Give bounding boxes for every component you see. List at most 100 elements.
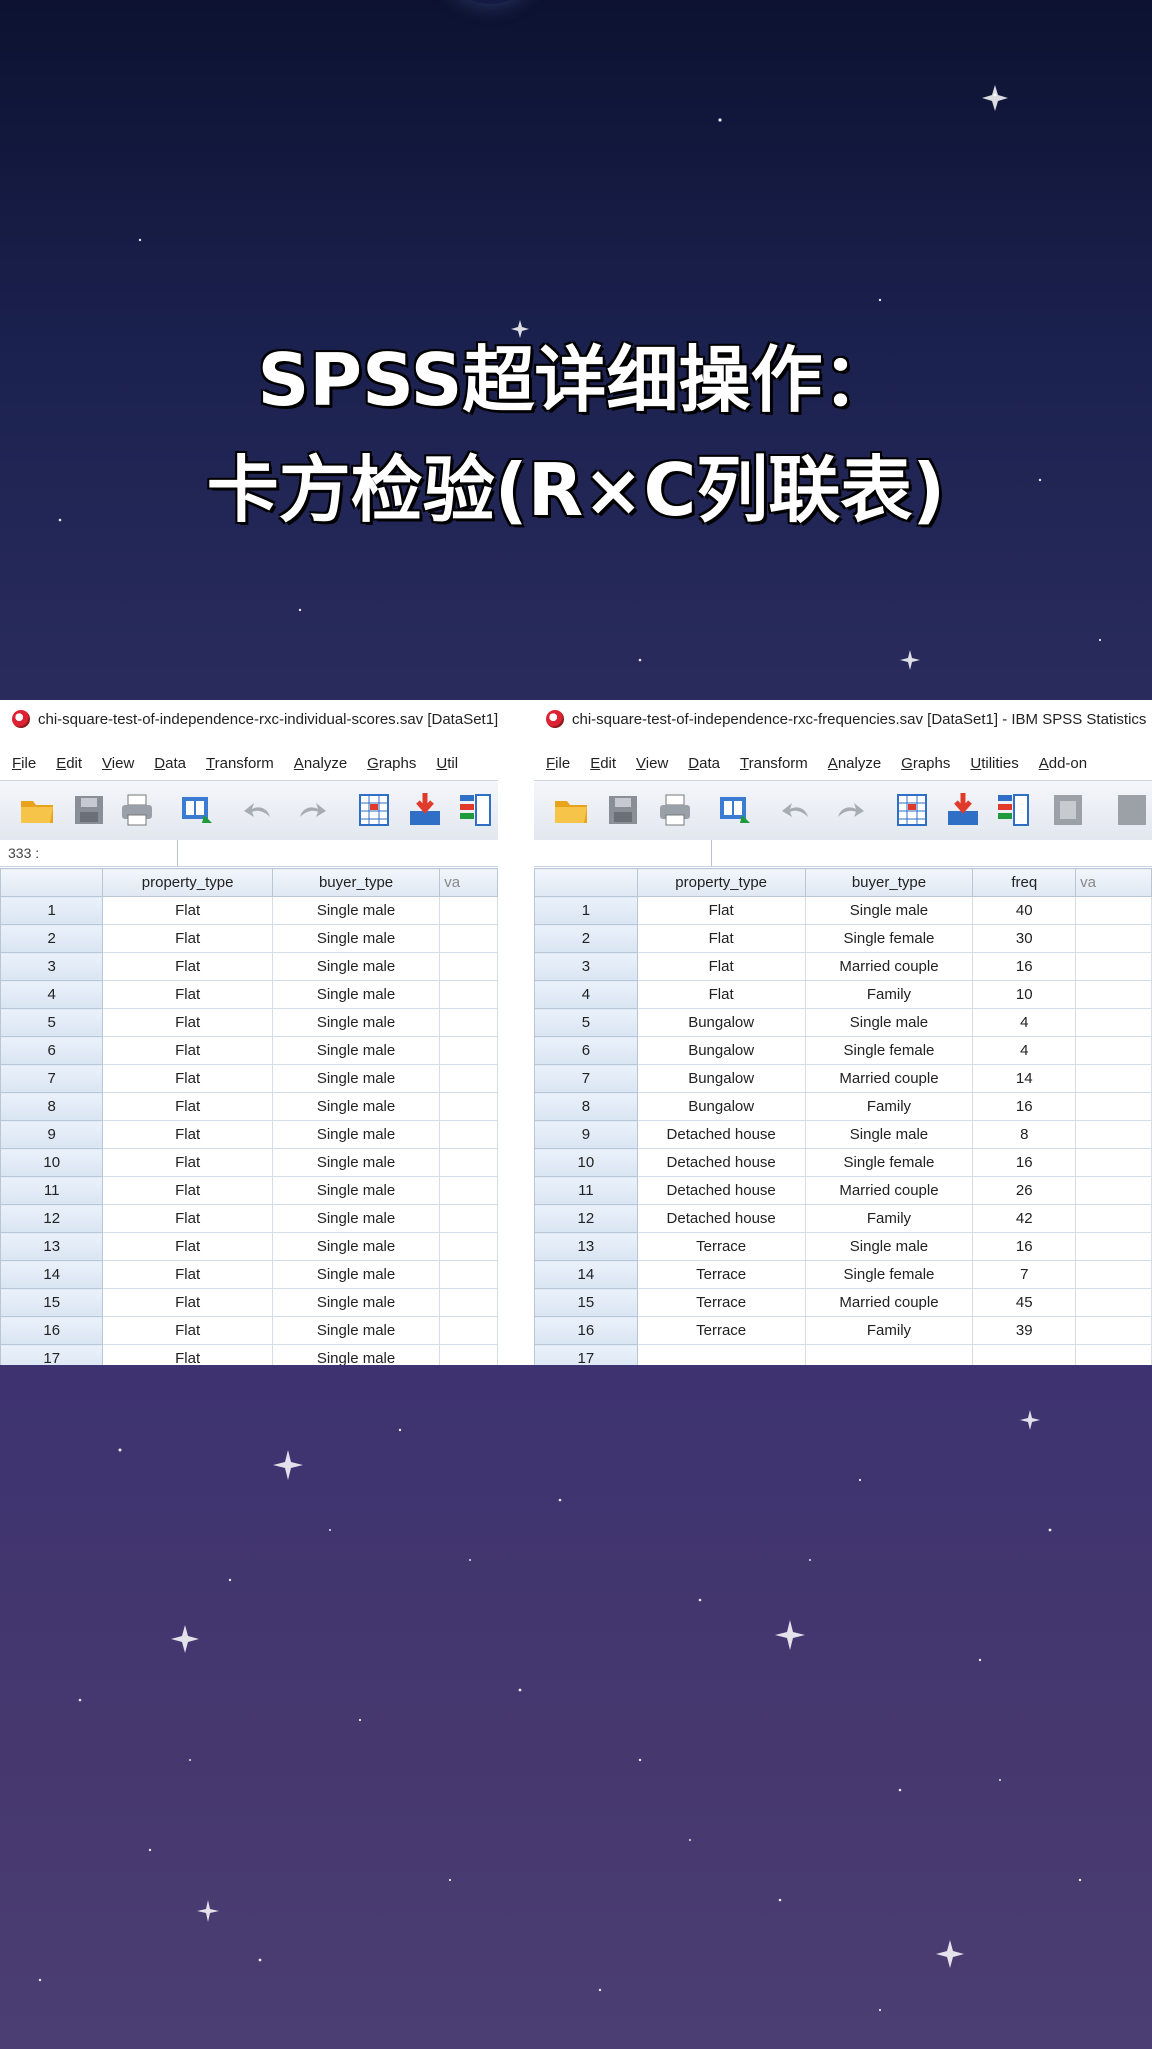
cell-freq[interactable]: 16 (972, 952, 1077, 981)
cell-property-type[interactable]: Flat (102, 1148, 273, 1177)
cell-empty[interactable] (1075, 1092, 1152, 1121)
cell-buyer-type[interactable]: Married couple (805, 1176, 974, 1205)
cell-empty[interactable] (439, 1316, 498, 1345)
cell-buyer-type[interactable]: Single male (272, 924, 441, 953)
row-number[interactable]: 13 (0, 1232, 104, 1261)
column-header-freq[interactable]: freq (972, 868, 1077, 897)
cell-buyer-type[interactable]: Single male (272, 1120, 441, 1149)
cell-buyer-type[interactable]: Single female (805, 1260, 974, 1289)
cell-freq[interactable]: 7 (972, 1260, 1077, 1289)
cell-buyer-type[interactable]: Single male (272, 1232, 441, 1261)
menu-graphs[interactable]: Graphs (901, 755, 950, 772)
cell-property-type[interactable]: Flat (102, 952, 273, 981)
cell-empty[interactable] (439, 1344, 498, 1365)
cell-freq[interactable]: 10 (972, 980, 1077, 1009)
cell-buyer-type[interactable]: Single male (805, 1008, 974, 1037)
cell-buyer-type[interactable]: Single male (272, 896, 441, 925)
row-number[interactable]: 2 (0, 924, 104, 953)
redo-icon[interactable] (292, 791, 330, 829)
cell-empty[interactable] (439, 980, 498, 1009)
cell-property-type[interactable]: Terrace (637, 1260, 806, 1289)
save-icon[interactable] (604, 791, 642, 829)
row-number[interactable]: 11 (0, 1176, 104, 1205)
cell-buyer-type[interactable]: Married couple (805, 1064, 974, 1093)
find-icon[interactable] (1114, 791, 1152, 829)
row-number[interactable]: 14 (534, 1260, 638, 1289)
menu-graphs[interactable]: Graphs (367, 755, 416, 772)
cell-property-type[interactable]: Terrace (637, 1316, 806, 1345)
menu-analyze[interactable]: Analyze (294, 755, 347, 772)
cell-property-type[interactable]: Flat (102, 1232, 273, 1261)
row-number[interactable]: 14 (0, 1260, 104, 1289)
cell-property-type[interactable]: Flat (102, 1260, 273, 1289)
cell-empty[interactable] (1075, 1036, 1152, 1065)
column-header-property-type[interactable]: property_type (636, 868, 806, 897)
cell-freq[interactable]: 42 (972, 1204, 1077, 1233)
row-number[interactable]: 13 (534, 1232, 638, 1261)
cell-buyer-type[interactable]: Family (805, 980, 974, 1009)
split-file-icon[interactable] (1050, 791, 1088, 829)
cell-empty[interactable] (1075, 1176, 1152, 1205)
column-header-var[interactable]: va (439, 868, 498, 897)
row-number[interactable]: 15 (0, 1288, 104, 1317)
cell-property-type[interactable]: Flat (637, 924, 806, 953)
cell-property-type[interactable]: Flat (102, 1036, 273, 1065)
row-number[interactable]: 6 (0, 1036, 104, 1065)
cell-empty[interactable] (1075, 1148, 1152, 1177)
cell-property-type[interactable]: Detached house (637, 1176, 806, 1205)
cell-property-type[interactable]: Bungalow (637, 1092, 806, 1121)
cell-empty[interactable] (1075, 1204, 1152, 1233)
print-icon[interactable] (118, 791, 156, 829)
goto-variable-icon[interactable] (944, 791, 982, 829)
goto-case-icon[interactable] (356, 791, 394, 829)
cell-freq[interactable]: 16 (972, 1232, 1077, 1261)
variables-icon[interactable] (456, 791, 494, 829)
cell-empty[interactable] (439, 1120, 498, 1149)
menu-file[interactable]: File (546, 755, 570, 772)
cell-buyer-type[interactable]: Single male (272, 1064, 441, 1093)
row-number[interactable]: 1 (534, 896, 638, 925)
cell-property-type[interactable]: Flat (102, 1064, 273, 1093)
row-number[interactable]: 11 (534, 1176, 638, 1205)
open-folder-icon[interactable] (552, 791, 590, 829)
row-number[interactable]: 5 (534, 1008, 638, 1037)
column-header-buyer-type[interactable]: buyer_type (804, 868, 974, 897)
cell-property-type[interactable]: Bungalow (637, 1036, 806, 1065)
column-header-buyer-type[interactable]: buyer_type (271, 868, 441, 897)
cell-freq[interactable]: 8 (972, 1120, 1077, 1149)
corner-header[interactable] (0, 868, 104, 897)
cell-property-type[interactable]: Detached house (637, 1204, 806, 1233)
cell-buyer-type[interactable]: Single male (272, 952, 441, 981)
menu-add-ons[interactable]: Add-on (1039, 755, 1087, 772)
goto-variable-icon[interactable] (406, 791, 444, 829)
cell-empty[interactable] (439, 1064, 498, 1093)
cell-property-type[interactable]: Terrace (637, 1288, 806, 1317)
cell-property-type[interactable]: Flat (637, 952, 806, 981)
menu-transform[interactable]: Transform (206, 755, 274, 772)
cell-property-type[interactable]: Flat (102, 1092, 273, 1121)
row-number[interactable]: 16 (0, 1316, 104, 1345)
cell-property-type[interactable]: Flat (102, 1288, 273, 1317)
row-number[interactable]: 3 (0, 952, 104, 981)
cell-empty[interactable] (439, 1232, 498, 1261)
cell-empty[interactable] (1075, 980, 1152, 1009)
cell-buyer-type[interactable]: Single male (272, 1148, 441, 1177)
cell-empty[interactable] (1075, 1008, 1152, 1037)
cell-empty[interactable] (439, 1260, 498, 1289)
cell-buyer-type[interactable]: Married couple (805, 1288, 974, 1317)
menu-utilities[interactable]: Util (436, 755, 458, 772)
column-header-property-type[interactable]: property_type (102, 868, 273, 897)
cell-buyer-type[interactable]: Single male (272, 1288, 441, 1317)
cell-property-type[interactable]: Flat (637, 896, 806, 925)
row-number[interactable]: 15 (534, 1288, 638, 1317)
cell-buyer-type[interactable]: Single male (805, 1232, 974, 1261)
row-number[interactable]: 16 (534, 1316, 638, 1345)
cell-empty[interactable] (1075, 1064, 1152, 1093)
row-number[interactable]: 17 (534, 1344, 638, 1365)
cell-buyer-type[interactable]: Family (805, 1316, 974, 1345)
cell-property-type[interactable]: Detached house (637, 1120, 806, 1149)
cell-empty[interactable] (439, 952, 498, 981)
cell-empty[interactable] (439, 1176, 498, 1205)
cell-empty[interactable] (1075, 1120, 1152, 1149)
cell-empty[interactable] (439, 1036, 498, 1065)
